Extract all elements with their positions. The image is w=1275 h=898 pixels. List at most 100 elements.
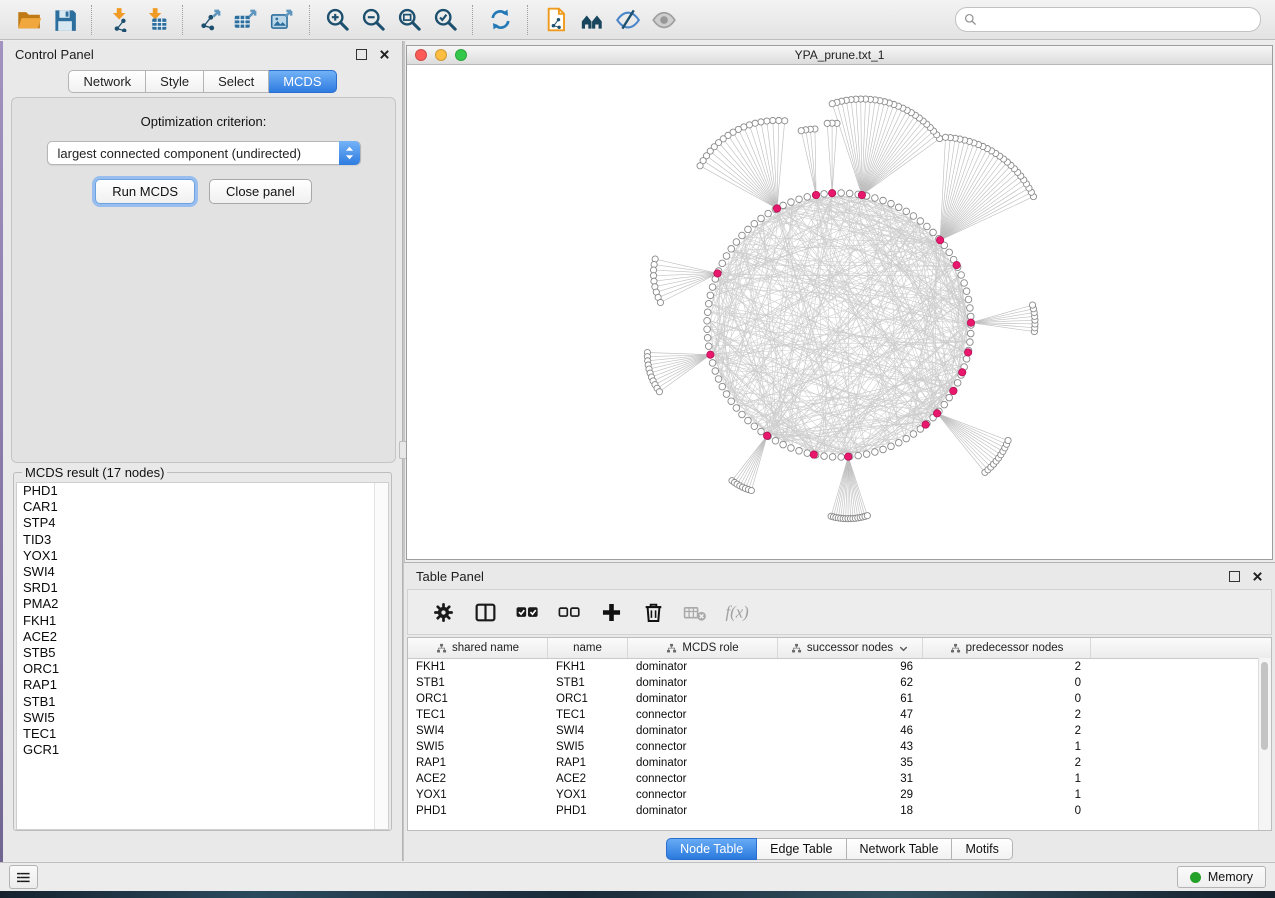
table-cell[interactable]: 2	[923, 661, 1091, 673]
table-cell[interactable]: connector	[628, 741, 778, 753]
task-history-button[interactable]	[9, 865, 38, 889]
mcds-list-scrollbar[interactable]	[374, 483, 388, 829]
export-image-button[interactable]	[264, 3, 300, 37]
table-cell[interactable]: dominator	[628, 693, 778, 705]
table-cell[interactable]: connector	[628, 789, 778, 801]
table-row[interactable]: SWI4SWI4dominator462	[408, 723, 1271, 739]
column-header-shared-name[interactable]: shared name	[408, 638, 548, 658]
table-cell[interactable]: 0	[923, 693, 1091, 705]
mcds-result-item[interactable]: STB1	[17, 694, 388, 710]
table-row[interactable]: FKH1FKH1dominator962	[408, 659, 1271, 675]
table-scrollbar-thumb[interactable]	[1261, 662, 1268, 750]
table-row[interactable]: RAP1RAP1dominator352	[408, 755, 1271, 771]
table-cell[interactable]: 1	[923, 789, 1091, 801]
table-cell[interactable]: dominator	[628, 757, 778, 769]
mcds-result-item[interactable]: SRD1	[17, 580, 388, 596]
new-network-from-selection-button[interactable]	[537, 3, 573, 37]
table-cell[interactable]: 29	[778, 789, 923, 801]
table-cell[interactable]: 0	[923, 805, 1091, 817]
table-cell[interactable]: 61	[778, 693, 923, 705]
search-neighbors-button[interactable]	[573, 3, 609, 37]
table-cell[interactable]: RAP1	[548, 757, 628, 769]
mcds-result-item[interactable]: STP4	[17, 515, 388, 531]
new-column-button[interactable]	[592, 593, 630, 631]
tab-network-table[interactable]: Network Table	[847, 838, 953, 860]
export-network-button[interactable]	[192, 3, 228, 37]
table-cell[interactable]: ACE2	[548, 773, 628, 785]
mcds-result-item[interactable]: FKH1	[17, 613, 388, 629]
mcds-result-item[interactable]: STB5	[17, 645, 388, 661]
table-cell[interactable]: YOX1	[548, 789, 628, 801]
table-row[interactable]: TEC1TEC1connector472	[408, 707, 1271, 723]
table-cell[interactable]: FKH1	[408, 661, 548, 673]
tab-mcds[interactable]: MCDS	[269, 70, 336, 93]
table-cell[interactable]: TEC1	[408, 709, 548, 721]
show-hidden-button[interactable]	[645, 3, 681, 37]
table-cell[interactable]: SWI5	[408, 741, 548, 753]
column-header-successor-nodes[interactable]: successor nodes	[778, 638, 923, 658]
column-header-predecessor-nodes[interactable]: predecessor nodes	[923, 638, 1091, 658]
tab-edge-table[interactable]: Edge Table	[757, 838, 846, 860]
table-cell[interactable]: dominator	[628, 661, 778, 673]
table-cell[interactable]: ACE2	[408, 773, 548, 785]
table-mode-button[interactable]	[424, 593, 462, 631]
network-canvas[interactable]	[407, 65, 1272, 560]
tab-network[interactable]: Network	[68, 70, 146, 93]
column-header-MCDS-role[interactable]: MCDS role	[628, 638, 778, 658]
mcds-result-item[interactable]: RAP1	[17, 677, 388, 693]
mcds-result-item[interactable]: CAR1	[17, 499, 388, 515]
table-cell[interactable]: 18	[778, 805, 923, 817]
float-table-panel-icon[interactable]	[1229, 571, 1240, 582]
table-cell[interactable]: 62	[778, 677, 923, 689]
table-scrollbar[interactable]	[1258, 658, 1271, 830]
table-cell[interactable]: RAP1	[408, 757, 548, 769]
global-search-field[interactable]	[955, 7, 1261, 32]
table-cell[interactable]: 2	[923, 725, 1091, 737]
table-cell[interactable]: FKH1	[548, 661, 628, 673]
close-panel-icon[interactable]	[379, 49, 390, 60]
memory-button[interactable]: Memory	[1177, 866, 1266, 888]
deselect-all-button[interactable]	[550, 593, 588, 631]
table-row[interactable]: PHD1PHD1dominator180	[408, 803, 1271, 819]
mcds-result-item[interactable]: GCR1	[17, 742, 388, 758]
column-header-name[interactable]: name	[548, 638, 628, 658]
table-cell[interactable]: STB1	[548, 677, 628, 689]
import-network-button[interactable]	[101, 3, 137, 37]
mcds-result-item[interactable]: PMA2	[17, 596, 388, 612]
tab-style[interactable]: Style	[146, 70, 204, 93]
tab-node-table[interactable]: Node Table	[666, 838, 757, 860]
delete-columns-button[interactable]	[634, 593, 672, 631]
table-cell[interactable]: 46	[778, 725, 923, 737]
table-cell[interactable]: ORC1	[548, 693, 628, 705]
mcds-result-item[interactable]: YOX1	[17, 548, 388, 564]
table-cell[interactable]: 43	[778, 741, 923, 753]
zoom-selected-button[interactable]	[427, 3, 463, 37]
mcds-result-item[interactable]: ACE2	[17, 629, 388, 645]
export-table-button[interactable]	[228, 3, 264, 37]
table-cell[interactable]: dominator	[628, 805, 778, 817]
network-window-titlebar[interactable]: YPA_prune.txt_1	[407, 46, 1272, 65]
table-cell[interactable]: SWI4	[408, 725, 548, 737]
zoom-in-button[interactable]	[319, 3, 355, 37]
zoom-fit-button[interactable]	[391, 3, 427, 37]
save-session-button[interactable]	[46, 3, 82, 37]
tab-select[interactable]: Select	[204, 70, 269, 93]
search-input[interactable]	[982, 12, 1252, 28]
table-cell[interactable]: STB1	[408, 677, 548, 689]
close-panel-button[interactable]: Close panel	[209, 179, 312, 204]
table-cell[interactable]: 35	[778, 757, 923, 769]
table-cell[interactable]: connector	[628, 709, 778, 721]
mcds-result-item[interactable]: ORC1	[17, 661, 388, 677]
mcds-result-item[interactable]: SWI4	[17, 564, 388, 580]
table-cell[interactable]: TEC1	[548, 709, 628, 721]
optimization-criterion-select[interactable]: largest connected component (undirected)	[47, 141, 361, 165]
table-row[interactable]: SWI5SWI5connector431	[408, 739, 1271, 755]
float-panel-icon[interactable]	[356, 49, 367, 60]
table-cell[interactable]: YOX1	[408, 789, 548, 801]
table-cell[interactable]: 31	[778, 773, 923, 785]
table-row[interactable]: ORC1ORC1dominator610	[408, 691, 1271, 707]
table-cell[interactable]: SWI5	[548, 741, 628, 753]
mcds-result-list[interactable]: PHD1CAR1STP4TID3YOX1SWI4SRD1PMA2FKH1ACE2…	[16, 482, 389, 830]
table-cell[interactable]: 1	[923, 741, 1091, 753]
close-table-panel-icon[interactable]	[1252, 571, 1263, 582]
